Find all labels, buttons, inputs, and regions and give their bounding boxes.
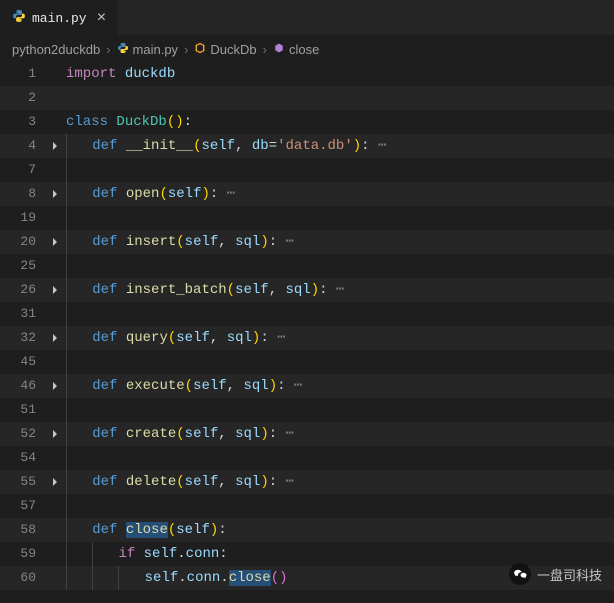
line-number: 60	[0, 566, 46, 590]
code-line[interactable]: 1 import duckdb	[0, 62, 614, 86]
breadcrumb-folder[interactable]: python2duckdb	[12, 42, 100, 57]
code-content[interactable]: def insert_batch(self, sql): ⋯	[64, 278, 614, 302]
breadcrumb[interactable]: python2duckdb › main.py › DuckDb › close	[0, 36, 614, 62]
tab-main-py[interactable]: main.py ×	[0, 0, 118, 35]
breadcrumb-file[interactable]: main.py	[133, 42, 179, 57]
code-line[interactable]: 20 def insert(self, sql): ⋯	[0, 230, 614, 254]
code-line[interactable]: 7	[0, 158, 614, 182]
line-number: 32	[0, 326, 46, 350]
code-line[interactable]: 32 def query(self, sql): ⋯	[0, 326, 614, 350]
code-content[interactable]	[64, 302, 614, 326]
code-line[interactable]: 8 def open(self): ⋯	[0, 182, 614, 206]
code-content[interactable]: def close(self):	[64, 518, 614, 542]
code-content[interactable]: import duckdb	[64, 62, 614, 86]
watermark-text: 一盘司科技	[537, 565, 602, 584]
code-content[interactable]	[64, 206, 614, 230]
fold-toggle[interactable]	[46, 333, 64, 343]
line-number: 57	[0, 494, 46, 518]
line-number: 31	[0, 302, 46, 326]
code-line[interactable]: 25	[0, 254, 614, 278]
code-line[interactable]: 57	[0, 494, 614, 518]
code-content[interactable]	[64, 494, 614, 518]
method-icon	[273, 42, 285, 57]
line-number: 52	[0, 422, 46, 446]
line-number: 54	[0, 446, 46, 470]
chevron-right-icon: ›	[106, 42, 110, 57]
code-line[interactable]: 31	[0, 302, 614, 326]
line-number: 26	[0, 278, 46, 302]
code-line[interactable]: 3 class DuckDb():	[0, 110, 614, 134]
code-content[interactable]	[64, 254, 614, 278]
code-content[interactable]: def insert(self, sql): ⋯	[64, 230, 614, 254]
class-icon	[194, 42, 206, 57]
code-line[interactable]: 2	[0, 86, 614, 110]
line-number: 3	[0, 110, 46, 134]
line-number: 20	[0, 230, 46, 254]
line-number: 19	[0, 206, 46, 230]
line-number: 4	[0, 134, 46, 158]
code-line[interactable]: 54	[0, 446, 614, 470]
code-line[interactable]: 55 def delete(self, sql): ⋯	[0, 470, 614, 494]
fold-toggle[interactable]	[46, 429, 64, 439]
fold-toggle[interactable]	[46, 237, 64, 247]
code-content[interactable]: def open(self): ⋯	[64, 182, 614, 206]
close-icon[interactable]: ×	[97, 9, 107, 27]
fold-toggle[interactable]	[46, 189, 64, 199]
code-content[interactable]	[64, 158, 614, 182]
python-icon	[12, 9, 26, 27]
code-line[interactable]: 19	[0, 206, 614, 230]
line-number: 59	[0, 542, 46, 566]
line-number: 45	[0, 350, 46, 374]
fold-toggle[interactable]	[46, 477, 64, 487]
code-content[interactable]: def delete(self, sql): ⋯	[64, 470, 614, 494]
code-content[interactable]	[64, 350, 614, 374]
code-content[interactable]: def __init__(self, db='data.db'): ⋯	[64, 134, 614, 158]
code-line[interactable]: 4 def __init__(self, db='data.db'): ⋯	[0, 134, 614, 158]
fold-toggle[interactable]	[46, 285, 64, 295]
code-content[interactable]	[64, 446, 614, 470]
line-number: 58	[0, 518, 46, 542]
chevron-right-icon: ›	[184, 42, 188, 57]
line-number: 46	[0, 374, 46, 398]
python-icon	[117, 42, 129, 57]
code-line[interactable]: 26 def insert_batch(self, sql): ⋯	[0, 278, 614, 302]
fold-toggle[interactable]	[46, 141, 64, 151]
breadcrumb-method[interactable]: close	[289, 42, 319, 57]
tab-bar: main.py ×	[0, 0, 614, 36]
chevron-right-icon: ›	[263, 42, 267, 57]
code-line[interactable]: 46 def execute(self, sql): ⋯	[0, 374, 614, 398]
tab-label: main.py	[32, 11, 87, 26]
wechat-icon	[509, 563, 531, 585]
code-line[interactable]: 51	[0, 398, 614, 422]
code-content[interactable]: def execute(self, sql): ⋯	[64, 374, 614, 398]
code-line[interactable]: 58 def close(self):	[0, 518, 614, 542]
code-content[interactable]: def query(self, sql): ⋯	[64, 326, 614, 350]
line-number: 25	[0, 254, 46, 278]
line-number: 8	[0, 182, 46, 206]
line-number: 7	[0, 158, 46, 182]
code-content[interactable]: class DuckDb():	[64, 110, 614, 134]
line-number: 2	[0, 86, 46, 110]
fold-toggle[interactable]	[46, 381, 64, 391]
code-editor[interactable]: 1import duckdb23class DuckDb():4 def __i…	[0, 62, 614, 590]
code-line[interactable]: 45	[0, 350, 614, 374]
line-number: 51	[0, 398, 46, 422]
breadcrumb-class[interactable]: DuckDb	[210, 42, 256, 57]
code-content[interactable]: def create(self, sql): ⋯	[64, 422, 614, 446]
line-number: 55	[0, 470, 46, 494]
code-line[interactable]: 52 def create(self, sql): ⋯	[0, 422, 614, 446]
watermark: 一盘司科技	[509, 563, 602, 585]
line-number: 1	[0, 62, 46, 86]
code-content[interactable]	[64, 398, 614, 422]
